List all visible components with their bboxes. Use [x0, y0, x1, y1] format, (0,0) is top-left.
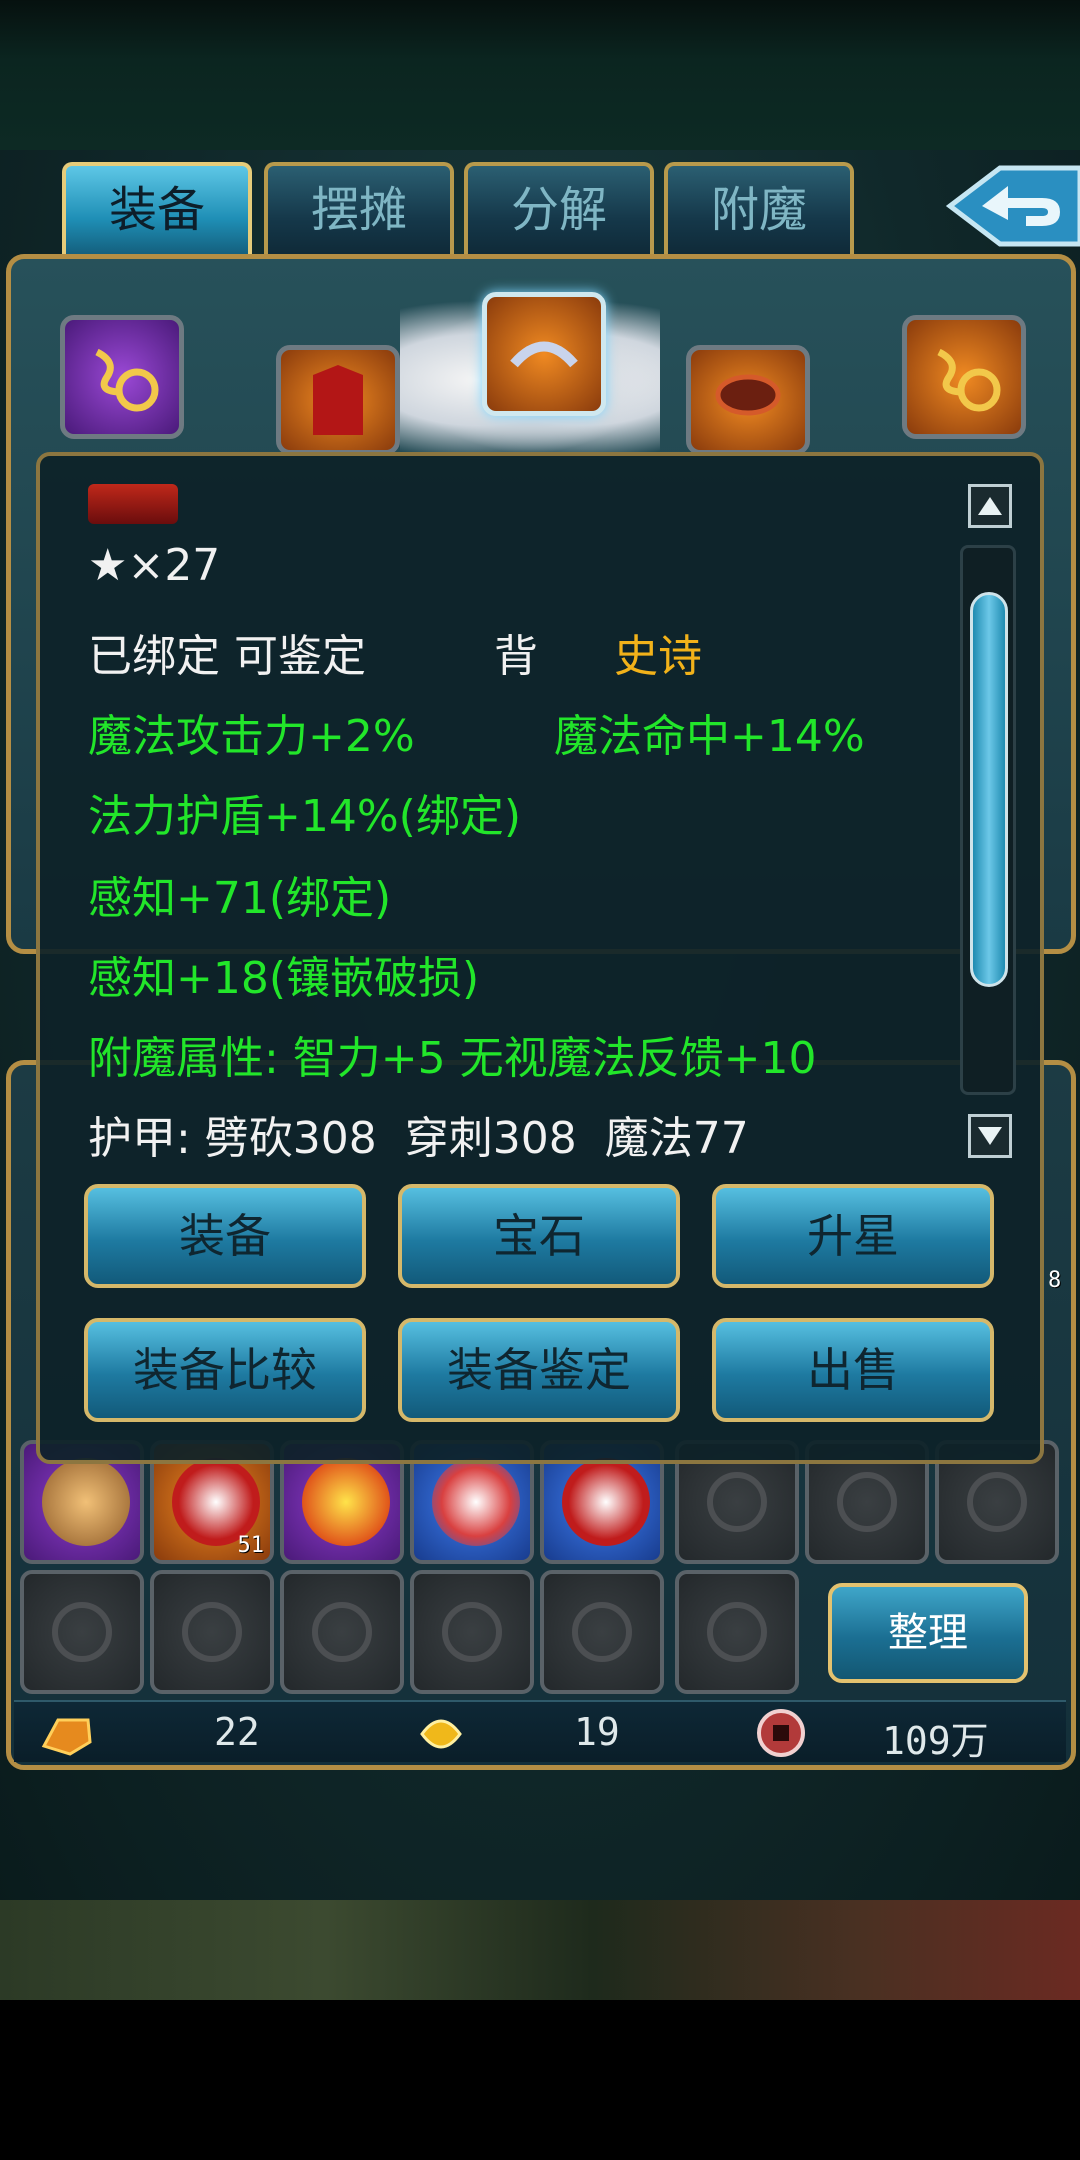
chevron-down-icon [978, 1127, 1002, 1145]
inventory-slot-empty[interactable] [540, 1570, 664, 1694]
scroll-down-arrow[interactable] [968, 1114, 1012, 1158]
coin-icon [757, 1709, 805, 1757]
red-gem-icon [562, 1458, 650, 1546]
attr-perception-bound: 感知+71(绑定) [88, 873, 392, 924]
gift-box-icon [432, 1458, 520, 1546]
item-thumbnail [88, 484, 178, 524]
armor-icon [313, 365, 363, 435]
inventory-slot-empty[interactable] [410, 1570, 534, 1694]
tab-stall[interactable]: 摆摊 [264, 162, 454, 254]
leaf-coin-icon [420, 1719, 462, 1749]
scene-strip [0, 1900, 1080, 2000]
inventory-slot-empty[interactable] [20, 1570, 144, 1694]
compare-button[interactable]: 装备比较 [84, 1318, 366, 1422]
leaf-amount: 19 [574, 1710, 620, 1754]
gold-ingot-icon [41, 1718, 92, 1756]
chevron-up-icon [978, 497, 1002, 515]
currency-bar: 22 19 109万 [14, 1700, 1066, 1763]
equip-slot-armor[interactable] [276, 345, 400, 455]
equip-slot-belt[interactable] [686, 345, 810, 455]
equip-slot-necklace-right[interactable] [902, 315, 1026, 439]
inventory-slot-empty[interactable] [150, 1570, 274, 1694]
attr-enchant: 附魔属性: 智力+5 无视魔法反馈+10 [88, 1033, 817, 1084]
tab-equipment[interactable]: 装备 [62, 162, 252, 254]
item-status: 已绑定 可鉴定 [88, 631, 366, 682]
inventory-slot-empty[interactable] [280, 1570, 404, 1694]
item-stars: ★×27 [88, 540, 221, 591]
sell-button[interactable]: 出售 [712, 1318, 994, 1422]
scrollbar-thumb[interactable] [970, 592, 1008, 987]
attr-magic-hit: 魔法命中+14% [554, 711, 865, 762]
wing-item-icon [510, 341, 578, 368]
chain-amulet-icon [937, 348, 1001, 412]
back-button[interactable] [942, 160, 1080, 252]
item-detail-panel: ★×27 已绑定 可鉴定 背 史诗 魔法攻击力+2% 魔法命中+14% 法力护盾… [36, 452, 1044, 1464]
bottom-bar [0, 2000, 1080, 2160]
chain-amulet-icon [95, 348, 159, 412]
attr-perception-socket: 感知+18(镶嵌破损) [88, 953, 480, 1004]
gem-button[interactable]: 宝石 [398, 1184, 680, 1288]
swirl-orb-icon [302, 1458, 390, 1546]
stack-count: 51 [237, 1533, 265, 1558]
identify-button[interactable]: 装备鉴定 [398, 1318, 680, 1422]
back-arrow-icon [945, 165, 1080, 247]
scroll-up-arrow[interactable] [968, 484, 1012, 528]
inventory-slot-empty[interactable] [675, 1570, 799, 1694]
top-status-band [0, 0, 1080, 150]
tab-enchant[interactable]: 附魔 [664, 162, 854, 254]
pet-dog-icon [42, 1458, 130, 1546]
item-slot-type: 背 [494, 631, 538, 682]
tab-decompose[interactable]: 分解 [464, 162, 654, 254]
equip-slot-back-selected[interactable] [482, 292, 606, 416]
coin-amount: 109万 [882, 1719, 989, 1763]
equip-button[interactable]: 装备 [84, 1184, 366, 1288]
star-up-button[interactable]: 升星 [712, 1184, 994, 1288]
gold-amount: 22 [214, 1710, 260, 1754]
attr-magic-attack: 魔法攻击力+2% [88, 711, 415, 762]
sort-button[interactable]: 整理 [828, 1583, 1028, 1683]
armor-stats: 护甲: 劈砍308 穿刺308 魔法77 [88, 1113, 749, 1164]
equip-slot-necklace-left[interactable] [60, 315, 184, 439]
attr-mana-shield: 法力护盾+14%(绑定) [88, 791, 521, 842]
belt-icon [715, 374, 781, 416]
item-rarity: 史诗 [614, 631, 702, 682]
